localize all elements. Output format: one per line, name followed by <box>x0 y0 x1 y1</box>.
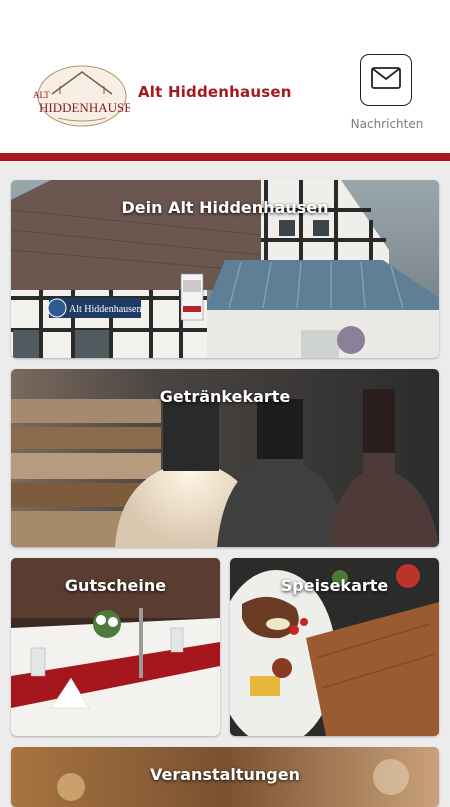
header-accent-bar <box>0 153 450 161</box>
tile-dein-alt-hiddenhausen[interactable]: Alt Hiddenhausen Dein Alt Hiddenhausen <box>11 180 439 358</box>
tile-speisekarte[interactable]: Speisekarte <box>230 558 439 736</box>
tile-title: Dein Alt Hiddenhausen <box>121 198 329 217</box>
tile-title: Getränkekarte <box>159 387 291 406</box>
envelope-icon <box>371 67 401 93</box>
tile-veranstaltungen[interactable]: Veranstaltungen <box>11 747 439 807</box>
tile-getraenkekarte[interactable]: Getränkekarte <box>11 369 439 547</box>
tile-gutscheine[interactable]: Gutscheine <box>11 558 220 736</box>
logo-main-text: HIDDENHAUSEN <box>39 100 130 115</box>
restaurant-logo[interactable]: ALT HIDDENHAUSEN <box>30 64 142 128</box>
tile-title: Gutscheine <box>64 576 167 595</box>
app-title: Alt Hiddenhausen <box>138 83 292 101</box>
restaurant-sign-text: Alt Hiddenhausen <box>69 304 142 315</box>
app-header: ALT HIDDENHAUSEN Alt Hiddenhausen Nachri… <box>0 0 450 153</box>
tile-title: Speisekarte <box>280 576 389 595</box>
messages-label: Nachrichten <box>350 117 424 131</box>
logo-alt-text: ALT <box>33 90 50 100</box>
messages-button[interactable] <box>360 54 412 106</box>
tile-title: Veranstaltungen <box>149 765 300 784</box>
